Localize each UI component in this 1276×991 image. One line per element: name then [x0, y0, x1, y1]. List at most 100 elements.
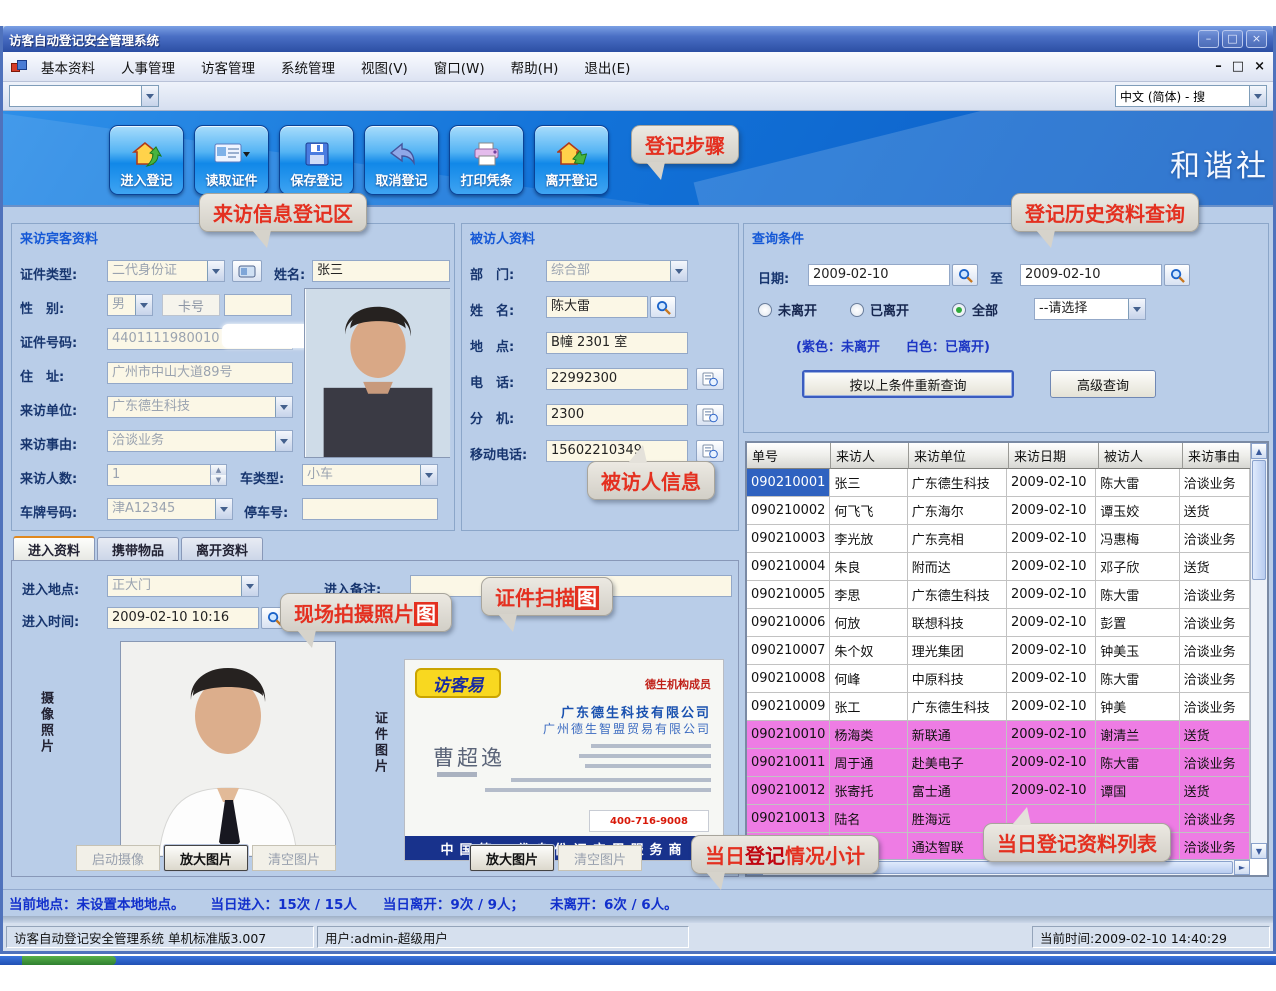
table-cell[interactable]: 洽谈业务	[1180, 609, 1250, 637]
table-cell[interactable]: 洽谈业务	[1180, 749, 1250, 777]
table-cell[interactable]: 2009-02-10	[1007, 469, 1096, 497]
phone-message-icon[interactable]	[696, 404, 724, 426]
card-number-button[interactable]: 卡号	[162, 294, 220, 316]
tab-进入资料[interactable]: 进入资料	[13, 536, 95, 560]
column-header-来访人[interactable]: 来访人	[831, 443, 909, 469]
mobile-field[interactable]: 15602210349	[546, 440, 688, 462]
photo-button-启动摄像-0[interactable]: 启动摄像	[76, 845, 160, 871]
table-cell[interactable]: 090210009	[747, 693, 830, 721]
menu-item-5[interactable]: 窗口(W)	[434, 57, 485, 77]
location-field[interactable]: B幢 2301 室	[546, 332, 688, 354]
menu-item-1[interactable]: 人事管理	[121, 57, 175, 77]
table-cell[interactable]: 090210004	[747, 553, 830, 581]
toolbar-button-3[interactable]: 保存登记	[279, 125, 354, 195]
table-cell[interactable]: 送货	[1180, 721, 1250, 749]
phone-message-icon[interactable]	[696, 368, 724, 390]
column-header-来访事由[interactable]: 来访事由	[1183, 443, 1254, 469]
table-row-4[interactable]: 090210004朱良附而达2009-02-10邓子欣送货	[747, 553, 1250, 581]
column-header-被访人[interactable]: 被访人	[1099, 443, 1183, 469]
table-row-12[interactable]: 090210012张寄托富士通2009-02-10谭国送货	[747, 777, 1250, 805]
card-number-field[interactable]	[224, 294, 292, 316]
requery-button[interactable]: 按以上条件重新查询	[802, 370, 1014, 398]
entry-time-field[interactable]: 2009-02-10 10:16	[107, 607, 259, 629]
table-cell[interactable]: 洽谈业务	[1180, 525, 1250, 553]
visitor-count-stepper[interactable]: 1 ▲▼	[107, 464, 227, 486]
table-row-9[interactable]: 090210009张工广东德生科技2009-02-10钟美洽谈业务	[747, 693, 1250, 721]
chevron-down-icon[interactable]	[1249, 86, 1266, 106]
menu-item-3[interactable]: 系统管理	[281, 57, 335, 77]
id-type-dropdown[interactable]: 二代身份证	[107, 260, 225, 282]
table-cell[interactable]: 洽谈业务	[1180, 833, 1250, 859]
table-cell[interactable]: 中原科技	[908, 665, 1007, 693]
table-cell[interactable]: 2009-02-10	[1007, 749, 1096, 777]
table-cell[interactable]: 090210013	[747, 805, 830, 833]
table-cell[interactable]: 090210003	[747, 525, 830, 553]
table-cell[interactable]: 朱个奴	[830, 637, 907, 665]
photo-button-清空图片-2[interactable]: 清空图片	[252, 845, 336, 871]
table-row-7[interactable]: 090210007朱个奴理光集团2009-02-10钟美玉洽谈业务	[747, 637, 1250, 665]
table-cell[interactable]: 洽谈业务	[1180, 469, 1250, 497]
table-cell[interactable]: 洽谈业务	[1180, 637, 1250, 665]
table-cell[interactable]: 2009-02-10	[1007, 581, 1096, 609]
table-cell[interactable]: 李思	[830, 581, 907, 609]
table-cell[interactable]: 广东海尔	[908, 497, 1007, 525]
table-cell[interactable]: 邓子欣	[1096, 553, 1179, 581]
menu-item-2[interactable]: 访客管理	[201, 57, 255, 77]
table-cell[interactable]: 杨海类	[830, 721, 907, 749]
table-cell[interactable]: 张寄托	[830, 777, 907, 805]
table-cell[interactable]: 广东德生科技	[908, 581, 1007, 609]
table-cell[interactable]: 送货	[1180, 553, 1250, 581]
menu-item-4[interactable]: 视图(V)	[361, 57, 408, 77]
table-cell[interactable]: 何飞飞	[830, 497, 907, 525]
table-cell[interactable]: 2009-02-10	[1007, 665, 1096, 693]
toolbar-button-4[interactable]: 取消登记	[364, 125, 439, 195]
table-cell[interactable]: 陆名	[830, 805, 907, 833]
mdi-restore-icon[interactable]: □	[1232, 59, 1244, 74]
table-cell[interactable]: 090210005	[747, 581, 830, 609]
table-cell[interactable]: 2009-02-10	[1007, 553, 1096, 581]
ext-field[interactable]: 2300	[546, 404, 688, 426]
table-cell[interactable]: 联想科技	[908, 609, 1007, 637]
table-cell[interactable]: 陈大雷	[1096, 581, 1179, 609]
menu-item-0[interactable]: 基本资料	[41, 57, 95, 77]
menu-item-7[interactable]: 退出(E)	[584, 57, 630, 77]
calendar-search-icon[interactable]	[952, 264, 978, 286]
table-cell[interactable]: 090210008	[747, 665, 830, 693]
radio-已离开[interactable]: 已离开	[850, 300, 909, 319]
table-cell[interactable]: 2009-02-10	[1007, 721, 1096, 749]
table-cell[interactable]: 冯惠梅	[1096, 525, 1179, 553]
reason-dropdown[interactable]: 洽谈业务	[107, 430, 293, 452]
table-row-5[interactable]: 090210005李思广东德生科技2009-02-10陈大雷洽谈业务	[747, 581, 1250, 609]
table-row-3[interactable]: 090210003李光放广东亮相2009-02-10冯惠梅洽谈业务	[747, 525, 1250, 553]
table-row-2[interactable]: 090210002何飞飞广东海尔2009-02-10谭玉姣送货	[747, 497, 1250, 525]
table-cell[interactable]: 钟美	[1096, 693, 1179, 721]
table-cell[interactable]: 彭置	[1096, 609, 1179, 637]
table-cell[interactable]: 090210012	[747, 777, 830, 805]
table-cell[interactable]: 谭玉姣	[1096, 497, 1179, 525]
dept-dropdown[interactable]: 综合部	[546, 260, 688, 282]
tab-携带物品[interactable]: 携带物品	[97, 537, 179, 560]
table-cell[interactable]: 090210006	[747, 609, 830, 637]
status-select[interactable]: --请选择	[1034, 298, 1146, 320]
table-row-8[interactable]: 090210008何峰中原科技2009-02-10陈大雷洽谈业务	[747, 665, 1250, 693]
toolbar-button-1[interactable]: 进入登记	[109, 125, 184, 195]
table-cell[interactable]: 090210002	[747, 497, 830, 525]
table-cell[interactable]: 洽谈业务	[1180, 693, 1250, 721]
table-cell[interactable]: 张三	[830, 469, 907, 497]
column-header-来访单位[interactable]: 来访单位	[909, 443, 1009, 469]
date-from-field[interactable]: 2009-02-10	[808, 264, 950, 286]
table-cell[interactable]: 谭国	[1096, 777, 1179, 805]
table-cell[interactable]: 送货	[1180, 497, 1250, 525]
table-row-10[interactable]: 090210010杨海类新联通2009-02-10谢清兰送货	[747, 721, 1250, 749]
search-icon[interactable]	[650, 296, 676, 318]
advanced-query-button[interactable]: 高级查询	[1050, 370, 1156, 398]
table-cell[interactable]: 2009-02-10	[1007, 777, 1096, 805]
table-cell[interactable]: 新联通	[908, 721, 1007, 749]
table-cell[interactable]: 2009-02-10	[1007, 693, 1096, 721]
table-cell[interactable]: 钟美玉	[1096, 637, 1179, 665]
table-cell[interactable]: 赴美电子	[908, 749, 1007, 777]
table-cell[interactable]: 何峰	[830, 665, 907, 693]
gender-dropdown[interactable]: 男	[107, 294, 153, 316]
phone-field[interactable]: 22992300	[546, 368, 688, 390]
toolbar-button-2[interactable]: 读取证件	[194, 125, 269, 195]
